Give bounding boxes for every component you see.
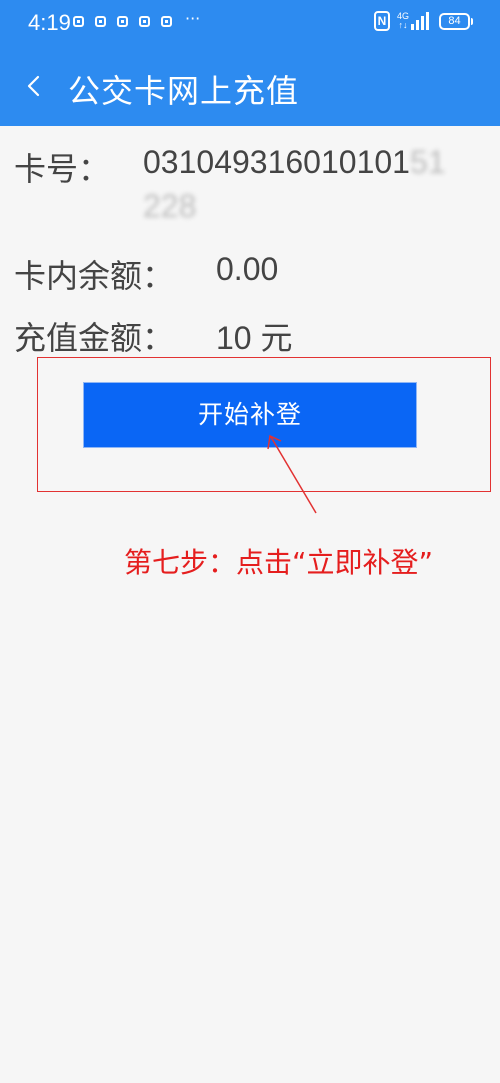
card-number-value: 031049316010101 51 [143, 144, 446, 181]
app-bar: 公交卡网上充值 [0, 46, 500, 126]
status-time: 4:19 [28, 10, 71, 35]
notification-icon [73, 16, 84, 27]
battery-icon: 84 [439, 12, 473, 30]
notification-icon [95, 16, 106, 27]
notification-icon [117, 16, 128, 27]
card-number-label: 卡号： [14, 150, 111, 188]
balance-value: 0.00 [216, 251, 279, 287]
network-activity-label: ↑↓ [398, 20, 408, 30]
nfc-icon: N [373, 11, 390, 31]
card-number-blurred: 51 [409, 144, 446, 180]
notification-icon [161, 16, 172, 27]
card-number-visible: 031049316010101 [143, 144, 410, 180]
page-title: 公交卡网上充值 [68, 72, 300, 110]
signal-icon [411, 12, 431, 30]
instruction-text: 第七步：点击“立即补登” [124, 546, 434, 579]
amount-label: 充值金额： [14, 319, 175, 357]
notification-icons: ··· [73, 9, 200, 28]
more-notifications-icon: ··· [185, 9, 201, 28]
card-number-blurred-line2: 228 [143, 188, 197, 224]
status-indicators: N 4G ↑↓ 84 [373, 11, 473, 31]
chevron-left-icon[interactable] [24, 74, 44, 98]
network-type-icon: 4G ↑↓ [397, 12, 409, 30]
notification-icon [139, 16, 150, 27]
balance-label: 卡内余额： [14, 257, 175, 295]
amount-value: 10 元 [216, 320, 293, 356]
status-bar: 4:19 ··· N 4G ↑↓ 84 [0, 0, 500, 46]
start-recharge-button[interactable]: 开始补登 [83, 382, 417, 448]
